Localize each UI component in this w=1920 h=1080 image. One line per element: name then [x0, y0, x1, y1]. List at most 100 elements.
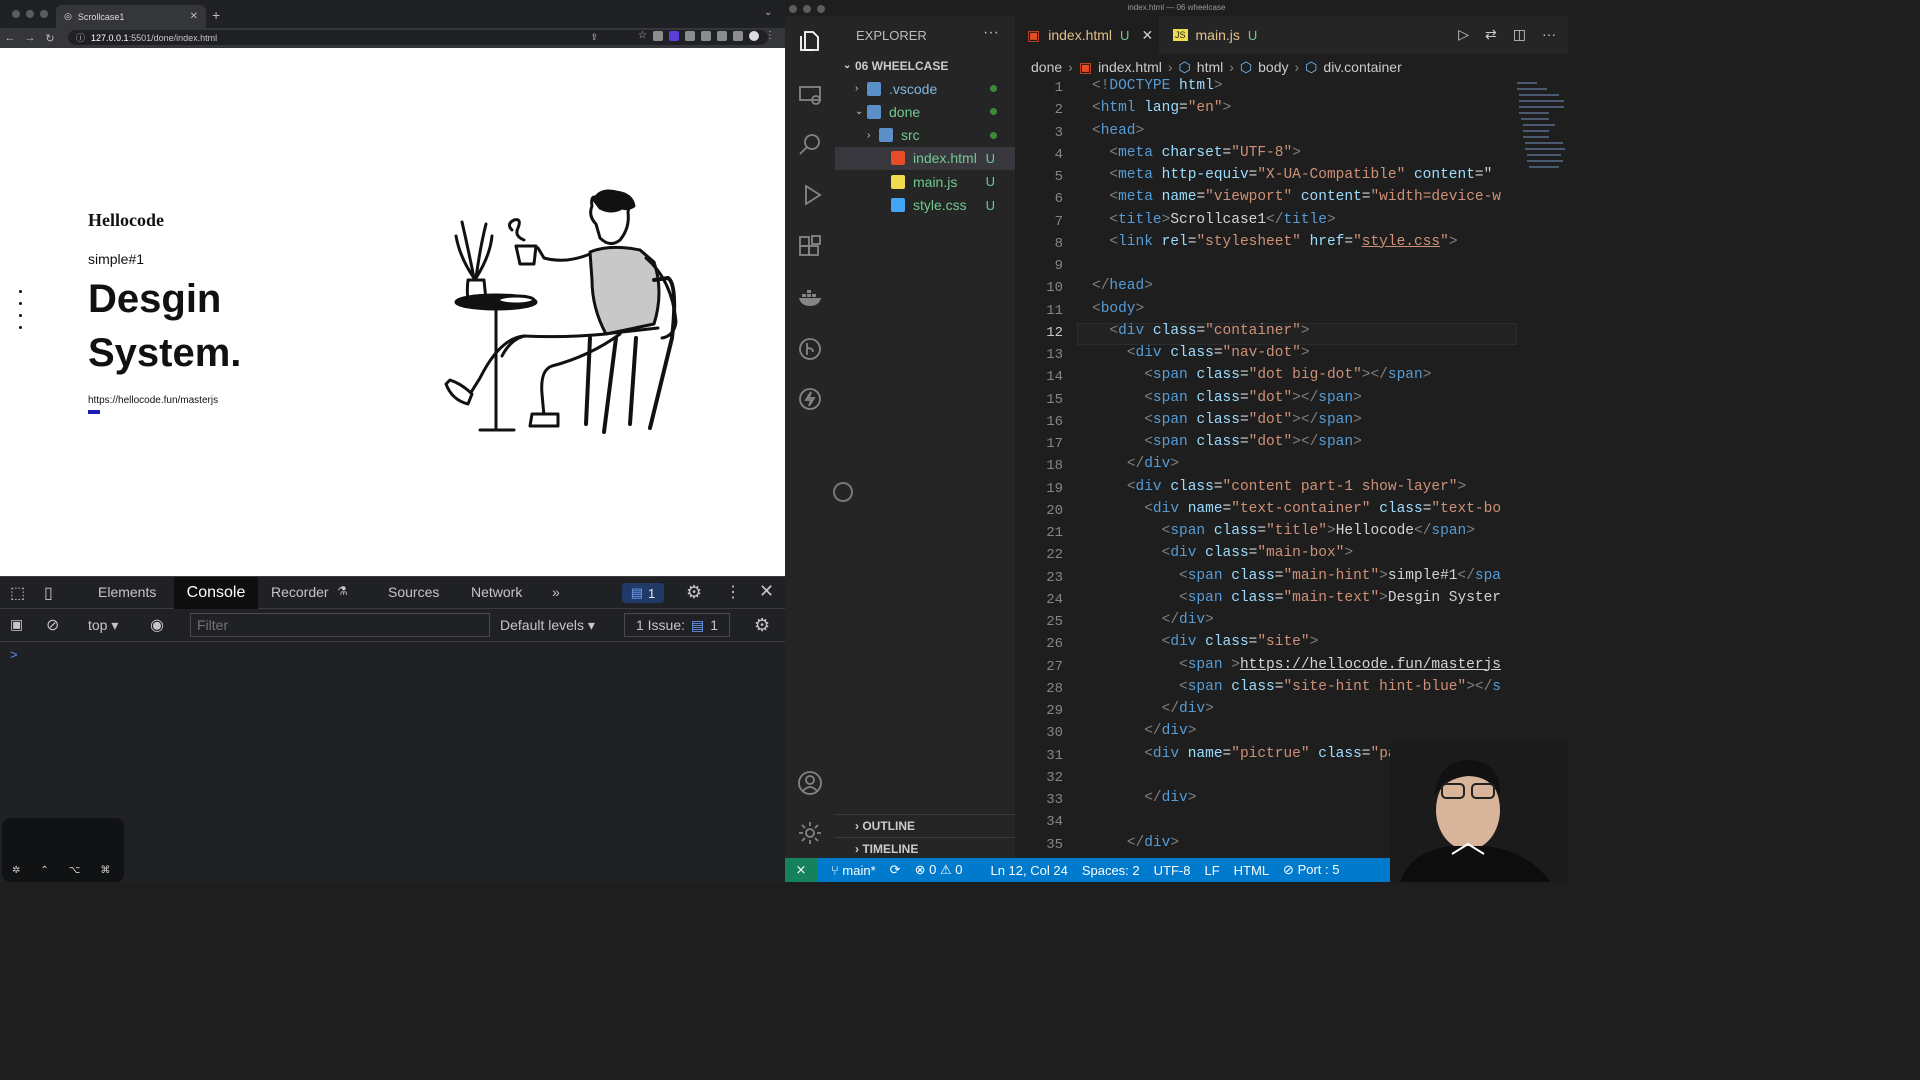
extension-icon[interactable]	[669, 31, 679, 41]
close-tab-icon[interactable]: ✕	[190, 11, 198, 22]
gear-icon[interactable]: ⚙	[686, 582, 702, 603]
tree-item[interactable]: index.html U	[835, 146, 1015, 170]
code-line[interactable]: <!DOCTYPE html>	[1092, 78, 1223, 94]
log-levels-dropdown[interactable]: Default levels ▾	[500, 617, 595, 634]
lightning-icon[interactable]	[797, 386, 823, 412]
puzzle-icon[interactable]	[717, 31, 727, 41]
breadcrumb-item[interactable]: done	[1031, 59, 1062, 75]
tab-index-html[interactable]: ▣ index.html U ✕	[1015, 16, 1159, 54]
tab-search-icon[interactable]: ⌄	[764, 7, 772, 18]
tree-item[interactable]: › .vscode	[835, 77, 1015, 100]
tab-elements[interactable]: Elements	[98, 584, 156, 600]
code-line[interactable]: <div class="content part-1 show-layer">	[1092, 479, 1466, 495]
code-line[interactable]: </div>	[1092, 456, 1179, 472]
inspect-element-icon[interactable]: ⬚	[10, 583, 25, 603]
code-line[interactable]: <meta http-equiv="X-UA-Compatible" conte…	[1092, 167, 1492, 183]
code-line[interactable]: </div>	[1092, 790, 1196, 806]
console-prompt[interactable]: >	[10, 647, 18, 662]
breadcrumb-item[interactable]: div.container	[1323, 59, 1401, 75]
eye-icon[interactable]: ◉	[150, 615, 164, 635]
code-line[interactable]: <meta charset="UTF-8">	[1092, 145, 1300, 161]
back-icon[interactable]: ←	[0, 32, 20, 44]
tab-main-js[interactable]: JS main.js U	[1161, 16, 1281, 54]
forward-icon[interactable]: →	[20, 32, 40, 44]
site-link[interactable]: https://hellocode.fun/masterjs	[88, 395, 218, 406]
nav-dot[interactable]	[19, 314, 22, 317]
manage-gear-icon[interactable]	[797, 820, 823, 846]
indentation[interactable]: Spaces: 2	[1082, 863, 1140, 878]
kebab-menu-icon[interactable]: ⋮	[725, 582, 741, 602]
split-editor-icon[interactable]: ◫	[1513, 26, 1526, 43]
sync-icon[interactable]: ⟳	[890, 862, 901, 878]
bookmark-star-icon[interactable]: ☆	[638, 31, 647, 41]
live-server-port[interactable]: ⊘ Port : 5	[1283, 862, 1339, 878]
tree-item[interactable]: style.css U	[835, 194, 1015, 217]
minimize-window-button[interactable]	[26, 10, 34, 18]
code-line[interactable]: <div class="main-box">	[1092, 545, 1353, 561]
search-icon[interactable]	[797, 132, 823, 158]
context-selector[interactable]: top ▾	[88, 617, 118, 634]
more-tabs-button[interactable]: »	[552, 584, 560, 600]
console-filter-input[interactable]	[190, 613, 490, 637]
code-line[interactable]: <meta name="viewport" content="width=dev…	[1092, 189, 1501, 205]
remote-explorer-icon[interactable]	[797, 82, 823, 108]
code-line[interactable]: <span class="main-text">Desgin Syster	[1092, 590, 1501, 606]
more-actions-icon[interactable]: ···	[1542, 26, 1556, 43]
console-settings-gear-icon[interactable]: ⚙	[754, 615, 770, 636]
issues-badge[interactable]: ▤ 1	[622, 583, 664, 603]
zoom-window-button[interactable]	[817, 5, 825, 13]
sidebar-toggle-icon[interactable]: ▣	[10, 616, 23, 633]
tree-item[interactable]: › src	[835, 124, 1015, 147]
run-debug-icon[interactable]	[797, 182, 823, 208]
minimap[interactable]	[1515, 78, 1568, 198]
device-toolbar-icon[interactable]: ▯	[44, 583, 53, 603]
breadcrumb-item[interactable]: body	[1258, 59, 1288, 75]
browser-tab[interactable]: ◎ Scrollcase1 ✕	[56, 5, 206, 28]
breadcrumb-item[interactable]: html	[1197, 59, 1223, 75]
nav-dot[interactable]	[19, 326, 22, 329]
cursor-position[interactable]: Ln 12, Col 24	[990, 863, 1067, 878]
breadcrumb-item[interactable]: index.html	[1098, 59, 1162, 75]
nav-dot[interactable]	[19, 302, 22, 305]
avatar[interactable]	[749, 31, 759, 41]
code-line[interactable]: <span class="dot"></span>	[1092, 412, 1362, 428]
close-window-button[interactable]	[12, 10, 20, 18]
minimize-window-button[interactable]	[803, 5, 811, 13]
explorer-files-icon[interactable]	[797, 28, 823, 54]
zoom-window-button[interactable]	[40, 10, 48, 18]
code-line[interactable]: </div>	[1092, 723, 1196, 739]
code-line[interactable]: </div>	[1092, 701, 1214, 717]
share-icon[interactable]: ⇪	[590, 32, 598, 43]
problems-indicator[interactable]: ⊗ 0 ⚠ 0	[915, 862, 963, 878]
extension-icon[interactable]	[685, 31, 695, 41]
extension-icon[interactable]	[701, 31, 711, 41]
new-tab-button[interactable]: +	[212, 7, 220, 23]
code-line[interactable]: <span class="site-hint hint-blue"></s	[1092, 679, 1501, 695]
run-icon[interactable]: ▷	[1458, 26, 1469, 43]
code-line[interactable]: <span class="title">Hellocode</span>	[1092, 523, 1475, 539]
git-graph-icon[interactable]	[797, 336, 823, 362]
encoding[interactable]: UTF-8	[1154, 863, 1191, 878]
code-line[interactable]: <span class="dot big-dot"></span>	[1092, 367, 1431, 383]
code-line[interactable]: <span class="dot"></span>	[1092, 434, 1362, 450]
nav-dot[interactable]	[19, 290, 22, 293]
close-window-button[interactable]	[789, 5, 797, 13]
workspace-folder[interactable]: ⌄ 06 WHEELCASE	[835, 54, 1015, 77]
code-line[interactable]: </head>	[1092, 278, 1153, 294]
timeline-section[interactable]: › TIMELINE	[835, 837, 1015, 859]
docker-icon[interactable]	[797, 284, 823, 310]
code-line[interactable]: <head>	[1092, 123, 1144, 139]
code-line[interactable]: <body>	[1092, 301, 1144, 317]
line-ending[interactable]: LF	[1204, 863, 1219, 878]
issues-button[interactable]: 1 Issue: ▤ 1	[624, 613, 730, 637]
sidepanel-icon[interactable]	[733, 31, 743, 41]
code-line[interactable]: </div>	[1092, 835, 1179, 851]
extension-icon[interactable]	[653, 31, 663, 41]
code-line[interactable]: </div>	[1092, 612, 1214, 628]
reload-icon[interactable]: ↻	[40, 32, 60, 45]
menu-kebab-icon[interactable]: ⋮	[765, 31, 775, 41]
extensions-icon[interactable]	[797, 234, 823, 260]
code-line[interactable]: <span class="main-hint">simple#1</spa	[1092, 568, 1501, 584]
code-line[interactable]: <link rel="stylesheet" href="style.css">	[1092, 234, 1457, 250]
remote-indicator-icon[interactable]: ⨯	[785, 858, 817, 882]
